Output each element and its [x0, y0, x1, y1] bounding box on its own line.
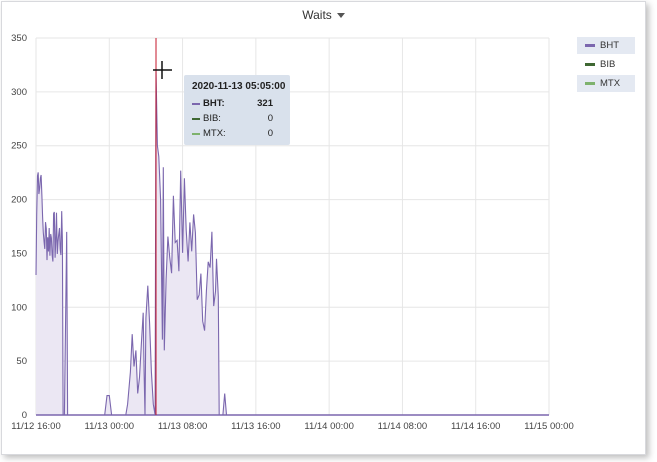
series-line-bht — [35, 69, 549, 416]
y-tick-label: 0 — [22, 410, 27, 421]
tooltip-row-mtx: MTX: 0 — [192, 127, 284, 140]
x-tick-label: 11/14 16:00 — [451, 421, 500, 432]
x-tick-label: 11/14 00:00 — [304, 421, 353, 432]
x-tick-label: 11/13 00:00 — [85, 421, 134, 432]
y-tick-label: 100 — [11, 302, 27, 313]
tooltip-swatch — [192, 132, 200, 135]
legend: BHT BIB MTX — [577, 37, 635, 94]
tooltip-series-value: 0 — [267, 128, 273, 139]
hover-tooltip: 2020-11-13 05:05:00 BHT: 321 BIB: 0 MTX:… — [184, 75, 290, 145]
tooltip-series-name: BIB: — [203, 113, 221, 124]
legend-item-mtx[interactable]: MTX — [577, 75, 635, 92]
tooltip-series-value: 0 — [267, 113, 273, 124]
y-tick-label: 50 — [16, 356, 27, 367]
tooltip-row-bib: BIB: 0 — [192, 112, 284, 125]
y-tick-label: 250 — [11, 141, 27, 152]
x-tick-label: 11/14 08:00 — [378, 421, 427, 432]
legend-swatch — [585, 63, 595, 66]
y-tick-label: 350 — [11, 33, 27, 44]
legend-label: BHT — [600, 40, 619, 51]
x-tick-label: 11/12 16:00 — [11, 421, 60, 432]
x-tick-label: 11/13 08:00 — [158, 421, 207, 432]
x-tick-label: 11/13 16:00 — [231, 421, 280, 432]
tooltip-time: 2020-11-13 05:05:00 — [192, 81, 286, 92]
legend-label: BIB — [600, 59, 616, 70]
tooltip-row-bht: BHT: 321 — [192, 97, 284, 110]
legend-swatch — [585, 44, 595, 47]
tooltip-series-name: MTX: — [203, 128, 226, 139]
y-tick-label: 300 — [11, 87, 27, 98]
tooltip-series-name: BHT: — [203, 98, 225, 109]
waits-chart[interactable]: 35030025020015010050011/12 16:00 11/13 00… — [0, 0, 657, 462]
tooltip-swatch — [192, 102, 200, 105]
tooltip-swatch — [192, 117, 200, 120]
legend-item-bht[interactable]: BHT — [577, 37, 635, 54]
legend-item-bib[interactable]: BIB — [577, 56, 635, 73]
legend-swatch — [585, 82, 595, 85]
legend-label: MTX — [600, 78, 621, 89]
x-tick-label: 11/15 00:00 — [524, 421, 573, 432]
y-tick-label: 150 — [11, 248, 27, 259]
series-area-bht — [36, 69, 549, 415]
tooltip-series-value: 321 — [257, 98, 273, 109]
y-tick-label: 200 — [11, 195, 27, 206]
